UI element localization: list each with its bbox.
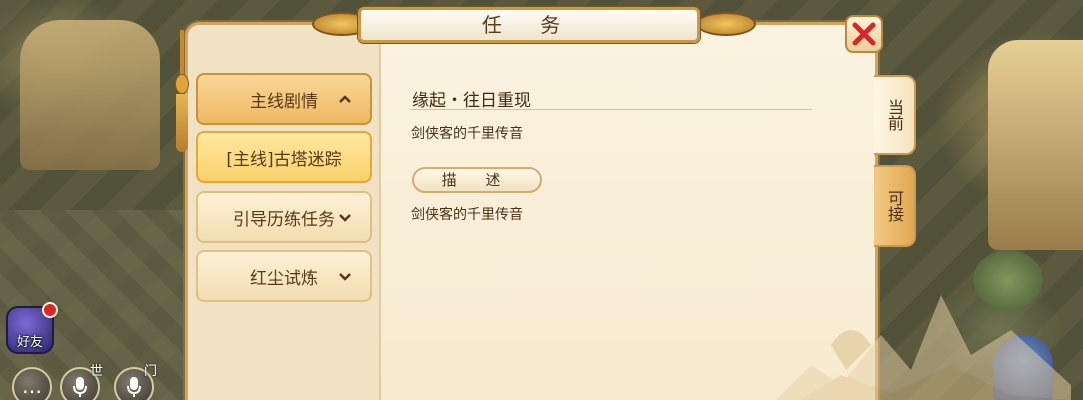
quest-title: 缘起・往日重现 xyxy=(412,91,531,111)
microphone-icon xyxy=(127,377,141,397)
sidebar-item-label: [主线]古塔迷踪 xyxy=(226,149,342,170)
chat-bubble-icon[interactable]: … xyxy=(12,367,52,400)
quest-giver-text: 剑侠客的千里传音 xyxy=(411,126,523,142)
world-channel-tag: 世 xyxy=(90,364,104,379)
tassel-rope xyxy=(180,30,184,75)
tassel-bead xyxy=(175,74,189,94)
landscape-watermark xyxy=(776,295,1071,400)
panel-title: 任 务 xyxy=(358,7,700,43)
sidebar-item-main-story[interactable]: 主线剧情 xyxy=(196,73,372,125)
sidebar-item-red-dust-trial[interactable]: 红尘试炼 xyxy=(196,250,372,302)
background-building-left xyxy=(20,20,160,170)
sidebar-item-guide-tasks[interactable]: 引导历练任务 xyxy=(196,191,372,243)
sidebar-item-ancient-tower[interactable]: [主线]古塔迷踪 xyxy=(196,131,372,183)
tab-available[interactable]: 可接 xyxy=(874,165,916,247)
title-ornament-right xyxy=(696,12,756,36)
friends-button[interactable]: 好友 xyxy=(6,302,58,354)
close-icon xyxy=(852,22,876,46)
background-building-right xyxy=(988,40,1083,250)
sect-channel-tag: 门 xyxy=(144,364,158,379)
tassel-end xyxy=(176,94,188,152)
description-header: 描 述 xyxy=(412,167,542,193)
title-divider xyxy=(410,109,812,110)
chevron-up-icon xyxy=(339,95,351,103)
chevron-down-icon xyxy=(339,273,351,281)
chevron-down-icon xyxy=(339,214,351,222)
microphone-icon xyxy=(73,377,87,397)
quest-description-text: 剑侠客的千里传音 xyxy=(411,207,523,223)
notification-badge xyxy=(42,302,58,318)
close-button[interactable] xyxy=(845,15,883,53)
friends-label: 好友 xyxy=(16,335,43,350)
tab-current[interactable]: 当前 xyxy=(874,75,916,155)
